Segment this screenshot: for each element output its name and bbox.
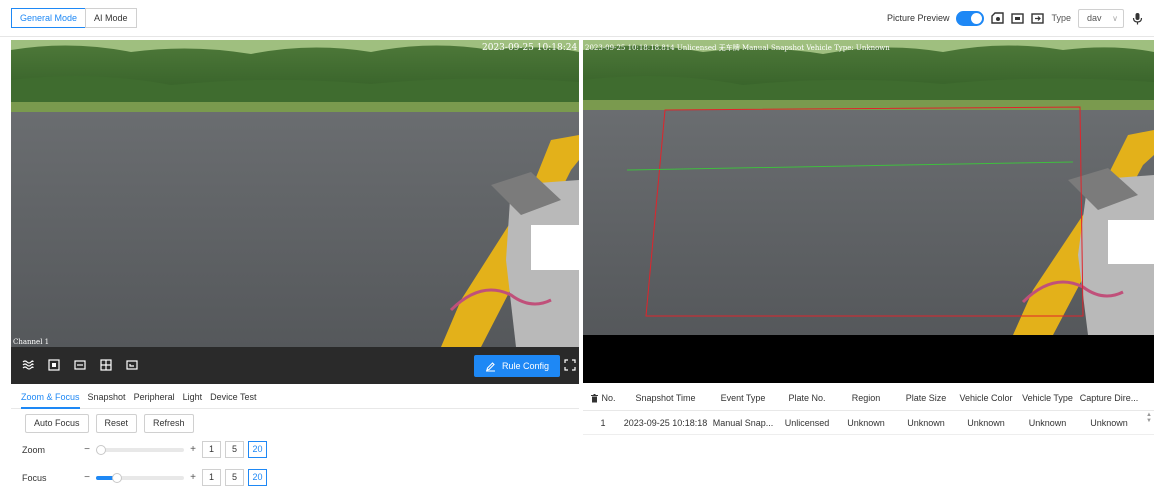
microphone-icon[interactable] (1131, 12, 1144, 25)
focus-row: Focus − + 1 5 20 (22, 469, 267, 486)
snapshot-icon[interactable] (991, 11, 1005, 25)
reset-button[interactable]: Reset (95, 414, 138, 433)
record-icon[interactable] (1011, 12, 1025, 25)
screen-icon[interactable] (126, 359, 138, 371)
column-no: No. (583, 393, 623, 403)
zoom-decrease[interactable]: − (82, 444, 92, 455)
type-label: Type (1051, 13, 1071, 23)
cell-plate-size: Unknown (907, 417, 945, 428)
focus-label: Focus (22, 472, 47, 483)
cell-vehicle-type: Unknown (1028, 417, 1067, 428)
mode-switch: General Mode AI Mode (11, 8, 137, 28)
zoom-increase[interactable]: + (188, 444, 198, 455)
rule-config-label: Rule Config (501, 361, 550, 371)
focus-step-5[interactable]: 5 (225, 469, 244, 486)
settings-tabs: Zoom & Focus Snapshot Peripheral Light D… (11, 385, 579, 409)
table-scrollbar[interactable]: ▲ ▼ (1146, 412, 1152, 424)
column-header-plate-size: Plate Size (905, 393, 947, 403)
video-control-bar: Rule Config (11, 347, 579, 384)
column-header-vehicle-color: Vehicle Color (959, 393, 1013, 403)
export-icon[interactable] (1031, 12, 1045, 25)
top-right-controls: Picture Preview Type dav ∨ (887, 8, 1144, 28)
grid-icon[interactable] (100, 359, 112, 371)
snapshot-panel-footer (583, 335, 1154, 383)
pencil-icon (485, 361, 495, 371)
wave-icon[interactable] (22, 359, 34, 371)
snapshot-overlay-text: 2023-09-25 10:18:18.814 Unlicensed 无车牌 M… (585, 43, 890, 52)
zoom-step-5[interactable]: 5 (225, 441, 244, 458)
tab-snapshot[interactable]: Snapshot (88, 385, 126, 409)
column-header-region: Region (851, 393, 881, 403)
zoom-row: Zoom − + 1 5 20 (22, 441, 267, 458)
type-select-value: dav (1087, 13, 1102, 23)
focus-slider[interactable] (96, 472, 184, 483)
tab-device-test[interactable]: Device Test (210, 385, 256, 409)
zoom-slider[interactable] (96, 444, 184, 455)
fit-icon[interactable] (74, 359, 86, 371)
general-mode-button[interactable]: General Mode (11, 8, 87, 28)
column-header-event-type: Event Type (720, 393, 766, 403)
column-header-no: No. (601, 393, 616, 403)
focus-step-1[interactable]: 1 (202, 469, 221, 486)
cell-no: 1 (600, 417, 606, 428)
chevron-down-icon: ∨ (1112, 13, 1118, 23)
scroll-down-icon[interactable]: ▼ (1146, 418, 1152, 424)
focus-step-20[interactable]: 20 (248, 469, 267, 486)
picture-preview-label: Picture Preview (886, 13, 950, 23)
focus-slider-knob[interactable] (111, 472, 122, 483)
cell-plate-no: Unlicensed (784, 417, 830, 428)
column-header-vehicle-type: Vehicle Type (1022, 393, 1073, 403)
column-header-capture-direction: Capture Dire... (1079, 393, 1139, 403)
focus-slider-wrap (94, 472, 186, 483)
snapshot-scene: 2023-09-25 10:18:18.814 Unlicensed 无车牌 M… (583, 40, 1154, 335)
cell-region: Unknown (847, 417, 885, 428)
focus-decrease[interactable]: − (82, 472, 92, 483)
refresh-button[interactable]: Refresh (144, 414, 194, 433)
picture-preview-toggle[interactable] (956, 10, 985, 26)
table-header: No. Snapshot Time Event Type Plate No. R… (583, 386, 1154, 411)
video-channel-label: Channel 1 (13, 338, 49, 346)
zoom-slider-wrap (94, 444, 186, 455)
cell-snapshot-time: 2023-09-25 10:18:18 (623, 417, 708, 428)
type-select[interactable]: dav ∨ (1078, 8, 1124, 28)
zoom-step-1[interactable]: 1 (202, 441, 221, 458)
video-tools (22, 359, 138, 371)
tab-peripheral[interactable]: Peripheral (134, 385, 175, 409)
zoom-label: Zoom (22, 444, 46, 455)
focus-actions: Auto Focus Reset Refresh (25, 414, 194, 433)
column-header-plate-no: Plate No. (788, 393, 826, 403)
live-video-scene: 2023-09-25 10:18:24 Channel 1 (11, 40, 579, 347)
fullscreen-icon[interactable] (564, 359, 576, 371)
column-header-snapshot-time: Snapshot Time (635, 393, 696, 403)
snapshot-preview: 2023-09-25 10:18:18.814 Unlicensed 无车牌 M… (583, 40, 1154, 335)
video-timestamp: 2023-09-25 10:18:24 (482, 43, 577, 53)
focus-slider-fill (96, 475, 114, 480)
region-icon[interactable] (48, 359, 60, 371)
snapshot-table: No. Snapshot Time Event Type Plate No. R… (583, 386, 1154, 435)
live-video-left[interactable]: 2023-09-25 10:18:24 Channel 1 (11, 40, 579, 347)
zoom-slider-knob[interactable] (96, 444, 106, 455)
rule-config-button[interactable]: Rule Config (474, 355, 560, 377)
auto-focus-button[interactable]: Auto Focus (25, 414, 89, 433)
ai-mode-button[interactable]: AI Mode (85, 8, 137, 28)
cell-vehicle-color: Unknown (967, 417, 1005, 428)
tab-zoom-focus[interactable]: Zoom & Focus (21, 385, 80, 409)
focus-increase[interactable]: + (188, 472, 198, 483)
table-row[interactable]: 1 2023-09-25 10:18:18 Manual Snap... Unl… (583, 411, 1154, 435)
cell-event-type: Manual Snap... (712, 417, 774, 428)
cell-capture-direction: Unknown (1090, 417, 1128, 428)
zoom-step-20[interactable]: 20 (248, 441, 267, 458)
tab-light[interactable]: Light (183, 385, 203, 409)
top-bar: General Mode AI Mode Picture Preview Typ… (0, 0, 1154, 37)
trash-icon[interactable] (590, 393, 599, 403)
